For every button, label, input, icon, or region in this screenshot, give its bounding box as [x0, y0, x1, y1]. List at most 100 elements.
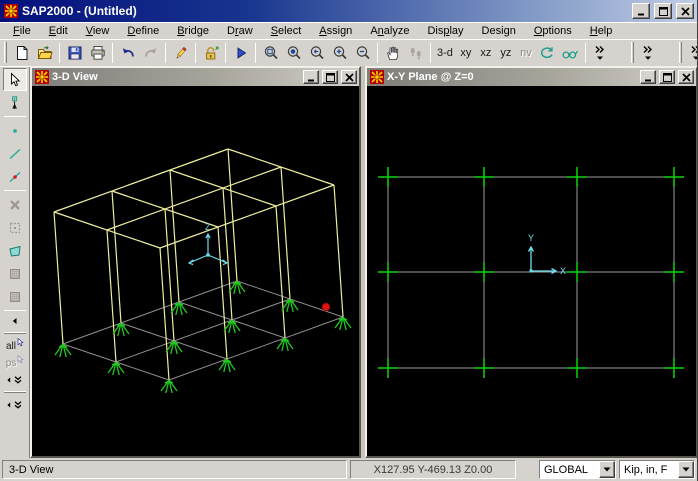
draw-poly-area-icon [7, 243, 23, 259]
zoom-in-icon[interactable] [328, 42, 351, 64]
menu-help[interactable]: Help [581, 24, 622, 38]
view-3d-canvas[interactable]: Z [32, 86, 359, 456]
draw-joint-icon[interactable] [3, 119, 27, 142]
view-3d-minimize-button[interactable] [303, 70, 319, 84]
open-file-icon[interactable] [33, 42, 56, 64]
plane-xy-canvas[interactable]: YX [367, 86, 696, 456]
toolbar-separator [584, 42, 586, 63]
plane-xy-close-button[interactable] [678, 70, 694, 84]
toolbar-grip[interactable] [4, 332, 26, 334]
menu-file[interactable]: File [4, 24, 40, 38]
status-coordinates: X127.95 Y-469.13 Z0.00 [350, 460, 516, 479]
menu-view[interactable]: View [77, 24, 119, 38]
close-button[interactable] [676, 3, 694, 19]
zoom-window-icon[interactable] [259, 42, 282, 64]
menu-options[interactable]: Options [525, 24, 581, 38]
pointer-icon [7, 71, 23, 88]
print-icon[interactable] [86, 42, 109, 64]
quick-draw-area-icon[interactable] [3, 216, 27, 239]
menu-display[interactable]: Display [418, 24, 472, 38]
collapse-left-icon[interactable] [3, 313, 27, 328]
quick-draw-braces-icon[interactable] [3, 193, 27, 216]
toolbar-separator [195, 42, 196, 63]
view-nv-button[interactable]: nv [516, 42, 536, 64]
view-3d-titlebar[interactable]: 3-D View [32, 68, 359, 86]
toolbar-overflow-3[interactable] [685, 42, 697, 64]
toolbar-overflow-2[interactable] [637, 42, 660, 64]
left-overflow-1[interactable] [3, 372, 27, 387]
view-yz-button[interactable]: yz [496, 42, 516, 64]
draw-frame-icon [7, 146, 23, 162]
minimize-button[interactable] [632, 3, 650, 19]
view-3d-client: Z [32, 86, 359, 456]
run-analysis-icon[interactable] [229, 42, 252, 64]
toolbar-separator [225, 42, 226, 63]
cursor-mini-icon [17, 354, 25, 367]
view-3d-button[interactable]: 3-d [434, 42, 456, 64]
plane-xy-minimize-button[interactable] [640, 70, 656, 84]
perspective-glasses-icon[interactable] [559, 42, 582, 64]
axis-z-label: Z [205, 222, 211, 232]
cursor-mini-icon [17, 337, 24, 350]
pan-icon[interactable] [381, 42, 404, 64]
view-xz-button[interactable]: xz [476, 42, 496, 64]
menu-analyze[interactable]: Analyze [361, 24, 418, 38]
lock-icon[interactable] [199, 42, 222, 64]
zoom-previous-icon[interactable] [305, 42, 328, 64]
save-file-icon [67, 45, 83, 61]
draw-poly-area-icon[interactable] [3, 239, 27, 262]
previous-selection-button[interactable]: ps [3, 354, 27, 372]
rotate-view-icon[interactable] [536, 42, 559, 64]
quick-draw-braces-icon [7, 197, 23, 213]
left-overflow-2[interactable] [3, 397, 27, 412]
collapse-left-icon [10, 316, 20, 326]
print-icon [90, 45, 106, 61]
axis-y-label: Y [528, 233, 534, 243]
pointer-icon[interactable] [3, 68, 27, 91]
toolbar-grip[interactable] [678, 42, 682, 63]
status-bar: 3-D View X127.95 Y-469.13 Z0.00 GLOBAL K… [0, 458, 697, 481]
view-3d-maximize-button[interactable] [322, 70, 338, 84]
coordinate-system-dropdown-icon[interactable] [599, 461, 615, 478]
toolbar-overflow-1[interactable] [589, 42, 612, 64]
save-file-icon[interactable] [63, 42, 86, 64]
walkthrough-icon[interactable] [404, 42, 427, 64]
menu-design[interactable]: Design [473, 24, 525, 38]
button-label: yz [500, 46, 512, 59]
undo-icon[interactable] [116, 42, 139, 64]
select-reshape-icon[interactable] [3, 91, 27, 114]
units-select[interactable]: Kip, in, F [619, 460, 695, 479]
draw-frame-icon[interactable] [3, 142, 27, 165]
draw-rect-area-icon[interactable] [3, 262, 27, 285]
pencil-icon[interactable] [169, 42, 192, 64]
menu-draw[interactable]: Draw [218, 24, 262, 38]
coordinate-system-select[interactable]: GLOBAL [539, 460, 616, 479]
toolbar-grip[interactable] [4, 391, 26, 393]
menu-select[interactable]: Select [262, 24, 311, 38]
menu-assign[interactable]: Assign [310, 24, 361, 38]
title-bar[interactable]: SAP2000 - (Untitled) [0, 0, 697, 22]
zoom-out-icon[interactable] [351, 42, 374, 64]
plane-xy-titlebar[interactable]: X-Y Plane @ Z=0 [367, 68, 696, 86]
units-dropdown-icon[interactable] [678, 461, 694, 478]
plane-xy-maximize-button[interactable] [659, 70, 675, 84]
maximize-button[interactable] [654, 3, 672, 19]
draw-rect-area-icon [7, 266, 23, 282]
redo-icon[interactable] [139, 42, 162, 64]
menu-define[interactable]: Define [118, 24, 168, 38]
menu-bridge[interactable]: Bridge [168, 24, 218, 38]
quick-draw-frame-icon[interactable] [3, 165, 27, 188]
view-xy-button[interactable]: xy [456, 42, 476, 64]
quick-draw-rect-area-icon[interactable] [3, 285, 27, 308]
toolbar-grip[interactable] [630, 42, 634, 63]
zoom-window-icon [263, 45, 279, 61]
zoom-full-icon[interactable] [282, 42, 305, 64]
toolbar-grip[interactable] [4, 42, 7, 63]
toolbar-separator [4, 190, 26, 191]
select-all-button[interactable]: all [3, 337, 27, 355]
view-3d-close-button[interactable] [341, 70, 357, 84]
new-file-icon[interactable] [10, 42, 33, 64]
view-3d-window: 3-D View Z [30, 66, 361, 458]
units-value: Kip, in, F [624, 463, 668, 476]
menu-edit[interactable]: Edit [40, 24, 77, 38]
